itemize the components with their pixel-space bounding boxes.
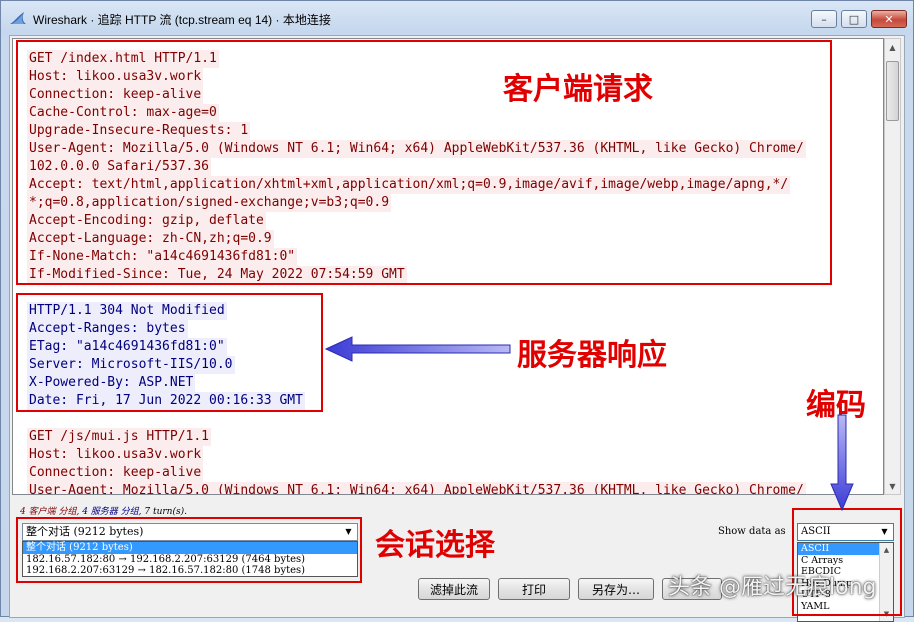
client-request-label: 客户端请求 — [503, 72, 653, 107]
save-as-button[interactable]: 另存为… — [578, 578, 654, 600]
conversation-select-highlight-box — [16, 517, 362, 583]
turn-count: 7 turn(s). — [144, 507, 187, 517]
client-stream-line: GET /js/mui.js HTTP/1.1 — [27, 428, 212, 446]
stream-scrollbar[interactable]: ▲ ▼ — [884, 38, 901, 495]
client-request-highlight-box — [16, 40, 832, 285]
scroll-up-icon[interactable]: ▲ — [885, 39, 900, 55]
show-data-as-label: Show data as — [718, 526, 786, 537]
wireshark-fin-icon — [10, 12, 26, 24]
scroll-down-icon[interactable]: ▼ — [885, 478, 900, 494]
server-packet-count: 4 服务器 分组, — [82, 507, 142, 517]
title-bar[interactable]: Wireshark · 追踪 HTTP 流 (tcp.stream eq 14)… — [1, 1, 913, 35]
server-response-label: 服务器响应 — [517, 338, 667, 373]
window-title: Wireshark · 追踪 HTTP 流 (tcp.stream eq 14)… — [33, 13, 331, 27]
encoding-label: 编码 — [806, 388, 866, 423]
filter-out-stream-button[interactable]: 滤掉此流 — [418, 578, 490, 600]
print-button[interactable]: 打印 — [498, 578, 570, 600]
client-stream-line: Host: likoo.usa3v.work — [27, 446, 204, 464]
scroll-thumb[interactable] — [886, 61, 899, 121]
packet-summary: 4 客户端 分组, 4 服务器 分组, 7 turn(s). — [20, 504, 187, 517]
conversation-select-label: 会话选择 — [375, 528, 495, 563]
minimize-button[interactable]: – — [811, 10, 837, 28]
maximize-button[interactable]: □ — [841, 10, 867, 28]
watermark: 头条 @雁过无痕long — [668, 575, 877, 600]
close-button[interactable]: ✕ — [871, 10, 907, 28]
client-stream-line: User-Agent: Mozilla/5.0 (Windows NT 6.1;… — [27, 482, 806, 494]
client-packet-count: 4 客户端 分组, — [20, 507, 80, 517]
server-response-highlight-box — [16, 293, 323, 412]
client-stream-line: Connection: keep-alive — [27, 464, 204, 482]
